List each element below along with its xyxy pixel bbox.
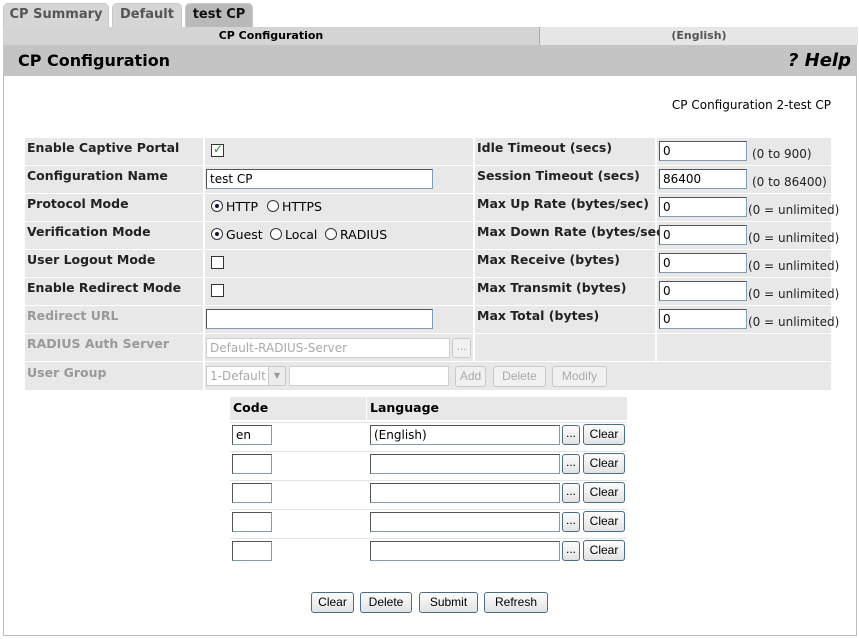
label-max-down-rate: Max Down Rate (bytes/sec)	[477, 224, 670, 239]
subheader-cp-configuration[interactable]: CP Configuration	[3, 27, 539, 45]
locale-language-input[interactable]	[370, 454, 560, 474]
tab-cp-summary[interactable]: CP Summary	[3, 3, 109, 27]
delete-group-button: Delete	[493, 366, 546, 387]
label-enable-redirect-mode: Enable Redirect Mode	[27, 280, 182, 295]
max-down-rate-input[interactable]: 0	[659, 225, 747, 245]
title-bar: CP Configuration ? Help	[3, 45, 857, 76]
max-transmit-input[interactable]: 0	[659, 281, 747, 301]
locale-browse-button[interactable]: ...	[562, 454, 580, 474]
user-group-select: 1-Default ▼	[206, 366, 286, 386]
refresh-button[interactable]: Refresh	[484, 592, 548, 613]
label-max-receive: Max Receive (bytes)	[477, 252, 620, 267]
max-transmit-hint: (0 = unlimited)	[748, 287, 840, 301]
label-enable-captive-portal: Enable Captive Portal	[27, 140, 180, 155]
user-logout-mode-checkbox[interactable]	[211, 256, 224, 269]
tab-test-cp[interactable]: test CP	[185, 3, 253, 27]
tab-default[interactable]: Default	[112, 3, 182, 27]
label-max-up-rate: Max Up Rate (bytes/sec)	[477, 196, 649, 211]
locale-code-input[interactable]	[232, 454, 272, 474]
add-group-button: Add	[455, 366, 486, 387]
locale-clear-button[interactable]: Clear	[583, 453, 625, 474]
locale-language-header: Language	[370, 400, 440, 415]
max-total-hint: (0 = unlimited)	[748, 315, 840, 329]
locale-clear-button[interactable]: Clear	[583, 424, 625, 445]
redirect-url-input[interactable]	[206, 309, 433, 329]
verification-local-label: Local	[285, 227, 318, 242]
session-timeout-input[interactable]: 86400	[659, 169, 747, 189]
chevron-down-icon: ▼	[268, 367, 285, 385]
user-group-input	[289, 366, 449, 386]
protocol-https-label: HTTPS	[282, 199, 322, 214]
checkmark-icon: ✓	[213, 142, 224, 156]
configuration-name-input[interactable]: test CP	[206, 169, 433, 189]
protocol-http-radio[interactable]	[211, 200, 223, 212]
locale-code-input[interactable]	[232, 541, 272, 561]
label-protocol-mode: Protocol Mode	[27, 196, 129, 211]
locale-code-input[interactable]	[232, 512, 272, 532]
label-max-transmit: Max Transmit (bytes)	[477, 280, 627, 295]
help-link[interactable]: ? Help	[788, 50, 851, 71]
idle-timeout-hint: (0 to 900)	[752, 147, 812, 161]
max-up-rate-hint: (0 = unlimited)	[748, 203, 840, 217]
config-caption: CP Configuration 2-test CP	[671, 98, 831, 112]
locale-code-input[interactable]: en	[232, 425, 272, 445]
enable-captive-portal-checkbox[interactable]: ✓	[211, 142, 224, 157]
label-verification-mode: Verification Mode	[27, 224, 151, 239]
locale-language-input[interactable]	[370, 512, 560, 532]
radius-server-input: Default-RADIUS-Server	[206, 338, 450, 358]
label-configuration-name: Configuration Name	[27, 168, 168, 183]
locale-language-input[interactable]: (English)	[370, 425, 560, 445]
modify-group-button: Modify	[552, 366, 607, 387]
clear-button[interactable]: Clear	[311, 592, 354, 613]
locale-clear-button[interactable]: Clear	[583, 482, 625, 503]
page-title: CP Configuration	[18, 51, 171, 70]
enable-redirect-mode-checkbox[interactable]	[211, 284, 224, 297]
verification-guest-label: Guest	[226, 227, 263, 242]
max-down-rate-hint: (0 = unlimited)	[748, 231, 840, 245]
protocol-https-radio[interactable]	[267, 200, 279, 212]
subheader-bar: CP Configuration (English)	[3, 27, 858, 45]
locale-browse-button[interactable]: ...	[562, 541, 580, 561]
radius-server-browse-button: ...	[452, 338, 471, 358]
locale-browse-button[interactable]: ...	[562, 512, 580, 532]
submit-button[interactable]: Submit	[419, 592, 478, 613]
label-max-total: Max Total (bytes)	[477, 308, 600, 323]
locale-browse-button[interactable]: ...	[562, 483, 580, 503]
max-receive-input[interactable]: 0	[659, 253, 747, 273]
locale-browse-button[interactable]: ...	[562, 425, 580, 445]
label-redirect-url: Redirect URL	[27, 308, 119, 323]
max-receive-hint: (0 = unlimited)	[748, 259, 840, 273]
label-radius-auth-server: RADIUS Auth Server	[27, 336, 170, 351]
locale-language-input[interactable]	[370, 541, 560, 561]
idle-timeout-input[interactable]: 0	[659, 141, 747, 161]
label-user-logout-mode: User Logout Mode	[27, 252, 156, 267]
max-total-input[interactable]: 0	[659, 309, 747, 329]
locale-code-input[interactable]	[232, 483, 272, 503]
max-up-rate-input[interactable]: 0	[659, 197, 747, 217]
locale-code-header: Code	[233, 400, 269, 415]
verification-radius-label: RADIUS	[340, 227, 388, 242]
session-timeout-hint: (0 to 86400)	[752, 175, 827, 189]
label-session-timeout: Session Timeout (secs)	[477, 168, 640, 183]
protocol-http-label: HTTP	[226, 199, 258, 214]
verification-radius-radio[interactable]	[325, 228, 337, 240]
locale-clear-button[interactable]: Clear	[583, 511, 625, 532]
subheader-language[interactable]: (English)	[539, 27, 858, 45]
label-user-group: User Group	[27, 365, 107, 380]
locale-clear-button[interactable]: Clear	[583, 540, 625, 561]
verification-guest-radio[interactable]	[211, 228, 223, 240]
locale-language-input[interactable]	[370, 483, 560, 503]
verification-local-radio[interactable]	[270, 228, 282, 240]
label-idle-timeout: Idle Timeout (secs)	[477, 140, 613, 155]
delete-button[interactable]: Delete	[360, 592, 412, 613]
